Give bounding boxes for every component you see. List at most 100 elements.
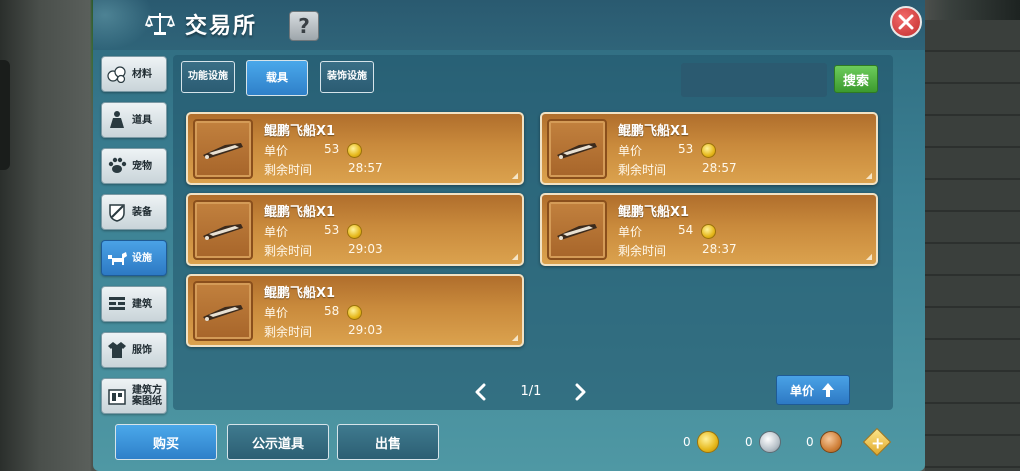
gold-coin-icon <box>701 143 716 158</box>
prev-page-button[interactable] <box>470 381 490 403</box>
sort-by-price-button[interactable]: 单价 <box>776 375 850 405</box>
item-name: 鲲鹏飞船X1 <box>264 124 336 139</box>
corner-arrow-icon: ◢ <box>511 171 518 180</box>
page-title: 交易所 <box>185 14 258 39</box>
remaining-time: 28:57 <box>348 161 383 175</box>
sidebar-item-clothing[interactable]: 服饰 <box>101 332 167 368</box>
copper-balance: 0 <box>806 431 842 453</box>
close-icon <box>898 14 914 30</box>
price-label: 单价 <box>618 144 643 158</box>
chevron-right-icon <box>575 383 586 401</box>
item-name: 鲲鹏飞船X1 <box>264 205 336 220</box>
corner-arrow-icon: ◢ <box>865 252 872 261</box>
sort-label: 单价 <box>789 383 814 398</box>
item-price: 58 <box>324 304 340 318</box>
sidebar-item-buildings[interactable]: 建筑 <box>101 286 167 322</box>
sidebar-item-items[interactable]: 道具 <box>101 102 167 138</box>
remaining-time: 29:03 <box>348 323 383 337</box>
time-label: 剩余时间 <box>618 163 667 177</box>
gold-coin-icon <box>696 431 719 453</box>
panel-header: 交易所 ? <box>93 0 925 50</box>
remaining-time: 29:03 <box>348 242 383 256</box>
background-left-element <box>0 60 10 170</box>
clothing-icon <box>106 339 128 361</box>
sidebar-item-label: 道具 <box>132 114 152 126</box>
listing-area: 功能设施 载具 装饰设施 搜索 鲲鹏飞船X1 单价 53 剩余时间 28:57 … <box>173 55 893 410</box>
silver-balance: 0 <box>745 431 781 453</box>
close-button[interactable] <box>890 6 922 38</box>
subtab-decorative-facilities[interactable]: 装饰设施 <box>320 61 374 93</box>
search-input[interactable] <box>681 63 827 97</box>
corner-arrow-icon: ◢ <box>511 252 518 261</box>
exchange-panel: 交易所 ? 材料 道具 宠物 装备 设施 建筑 服饰 建筑方案图纸 功能设施 载… <box>93 0 925 471</box>
time-label: 剩余时间 <box>264 325 313 339</box>
subtab-vehicles[interactable]: 载具 <box>246 60 308 96</box>
sidebar-item-equipment[interactable]: 装备 <box>101 194 167 230</box>
header-ornament <box>93 0 153 50</box>
price-label: 单价 <box>264 144 289 158</box>
item-name: 鲲鹏飞船X1 <box>264 286 336 301</box>
equipment-icon <box>106 201 128 223</box>
price-label: 单价 <box>618 225 643 239</box>
price-label: 单价 <box>264 306 289 320</box>
gold-amount: 0 <box>683 435 691 449</box>
balance-scale-icon <box>144 10 176 36</box>
airship-thumbnail-icon <box>547 200 607 260</box>
item-price: 54 <box>678 223 694 237</box>
sidebar-item-materials[interactable]: 材料 <box>101 56 167 92</box>
add-currency-button[interactable]: + <box>862 427 892 457</box>
gold-balance: 0 <box>683 431 719 453</box>
sidebar-item-blueprints[interactable]: 建筑方案图纸 <box>101 378 167 414</box>
sidebar-item-label: 服饰 <box>132 344 152 356</box>
background-right-wall <box>925 20 1020 471</box>
facility-horse-icon <box>106 247 128 269</box>
remaining-time: 28:37 <box>702 242 737 256</box>
items-icon <box>106 109 128 131</box>
gold-coin-icon <box>701 224 716 239</box>
corner-arrow-icon: ◢ <box>865 171 872 180</box>
tab-buy[interactable]: 购买 <box>115 424 217 460</box>
listing-card[interactable]: 鲲鹏飞船X1 单价 58 剩余时间 29:03 ◢ <box>186 274 524 347</box>
silver-coin-icon <box>758 431 781 453</box>
corner-arrow-icon: ◢ <box>511 333 518 342</box>
chevron-left-icon <box>475 383 486 401</box>
airship-thumbnail-icon <box>193 281 253 341</box>
copper-amount: 0 <box>806 435 814 449</box>
item-name: 鲲鹏飞船X1 <box>618 205 690 220</box>
gold-coin-icon <box>347 305 362 320</box>
sidebar-item-facilities[interactable]: 设施 <box>101 240 167 276</box>
price-label: 单价 <box>264 225 289 239</box>
page-indicator: 1/1 <box>520 384 542 399</box>
item-price: 53 <box>678 142 694 156</box>
airship-thumbnail-icon <box>193 119 253 179</box>
sidebar-item-label: 材料 <box>132 68 152 80</box>
sort-arrow-icon <box>822 383 834 397</box>
airship-thumbnail-icon <box>547 119 607 179</box>
listing-card[interactable]: 鲲鹏飞船X1 单价 53 剩余时间 28:57 ◢ <box>186 112 524 185</box>
plus-icon: + <box>871 433 885 453</box>
listing-card[interactable]: 鲲鹏飞船X1 单价 54 剩余时间 28:37 ◢ <box>540 193 878 266</box>
copper-coin-icon <box>819 431 842 453</box>
listing-card[interactable]: 鲲鹏飞船X1 单价 53 剩余时间 28:57 ◢ <box>540 112 878 185</box>
listing-card[interactable]: 鲲鹏飞船X1 单价 53 剩余时间 29:03 ◢ <box>186 193 524 266</box>
sidebar-item-label: 建筑方案图纸 <box>132 385 162 407</box>
airship-thumbnail-icon <box>193 200 253 260</box>
time-label: 剩余时间 <box>618 244 667 258</box>
tab-public-items[interactable]: 公示道具 <box>227 424 329 460</box>
materials-icon <box>106 63 128 85</box>
sidebar-item-label: 宠物 <box>132 160 152 172</box>
next-page-button[interactable] <box>571 381 591 403</box>
subtab-functional-facilities[interactable]: 功能设施 <box>181 61 235 93</box>
silver-amount: 0 <box>745 435 753 449</box>
sidebar-item-pets[interactable]: 宠物 <box>101 148 167 184</box>
tab-sell[interactable]: 出售 <box>337 424 439 460</box>
blueprint-icon <box>106 385 128 407</box>
building-icon <box>106 293 128 315</box>
sidebar-item-label: 装备 <box>132 206 152 218</box>
sidebar-item-label: 建筑 <box>132 298 152 310</box>
search-button[interactable]: 搜索 <box>834 65 878 93</box>
item-price: 53 <box>324 223 340 237</box>
help-button[interactable]: ? <box>289 11 319 41</box>
gold-coin-icon <box>347 143 362 158</box>
time-label: 剩余时间 <box>264 163 313 177</box>
